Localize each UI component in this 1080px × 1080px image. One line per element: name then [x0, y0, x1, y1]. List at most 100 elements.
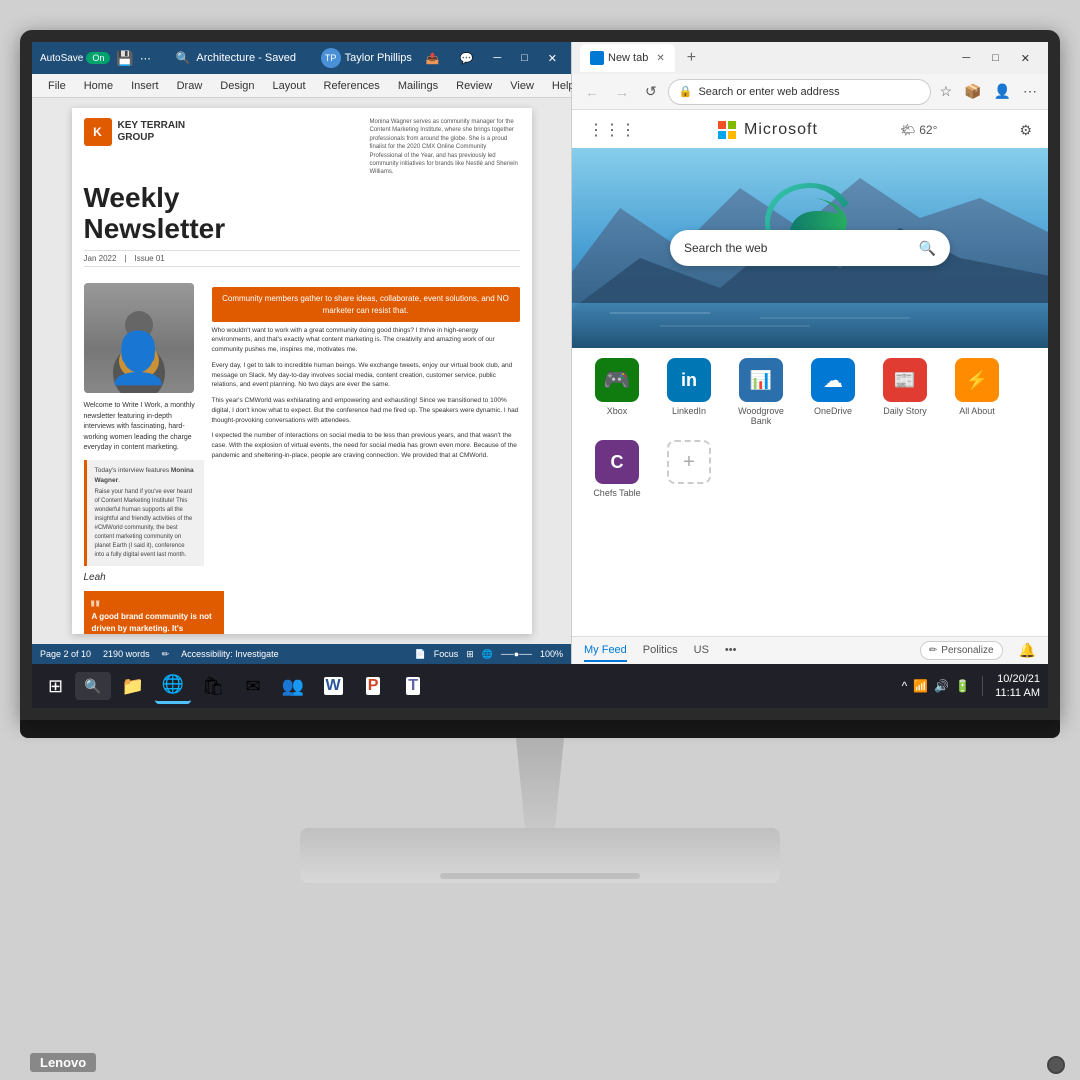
settings-more-btn[interactable]: ⋯ — [1020, 80, 1040, 103]
search-submit-btn[interactable]: 🔍 — [919, 240, 936, 257]
word-share-btn[interactable]: 📤 — [420, 50, 446, 67]
menu-insert[interactable]: Insert — [123, 77, 167, 95]
newsletter-signature: Leah — [84, 572, 204, 583]
news-tab-myfeed[interactable]: My Feed — [584, 640, 627, 662]
highlight-intro: Today's interview features Monina Wagner… — [95, 466, 196, 486]
status-right: 📄 Focus ⊞ 🌐 ──●── 100% — [415, 649, 563, 660]
word-minimize-btn[interactable]: ─ — [487, 50, 507, 66]
taskbar-right: ^ 📶 🔊 🔋 10/20/21 11:11 AM — [902, 672, 1040, 701]
menu-review[interactable]: Review — [448, 77, 500, 95]
start-btn[interactable]: ⊞ — [40, 672, 71, 701]
menu-references[interactable]: References — [316, 77, 388, 95]
news-bar: My Feed Politics US ••• ✏ Personalize 🔔 — [572, 636, 1048, 664]
address-text: Search or enter web address — [698, 86, 839, 98]
newsletter-date: Jan 2022 — [84, 254, 117, 263]
community-box: Community members gather to share ideas,… — [212, 287, 520, 321]
user-profile-icon[interactable]: 👤 — [991, 80, 1014, 103]
logo-text: KEY TERRAINGROUP — [118, 120, 186, 144]
address-bar[interactable]: 🔒 Search or enter web address — [668, 79, 931, 105]
taskbar-explorer[interactable]: 📁 — [115, 668, 151, 704]
daily-story-icon-img: 📰 — [883, 358, 927, 402]
search-icon[interactable]: 🔍 — [175, 51, 190, 65]
accessibility-status[interactable]: Accessibility: Investigate — [181, 649, 279, 659]
back-btn[interactable]: ← — [580, 81, 604, 103]
word-document-area: K KEY TERRAINGROUP Monina Wagner serves … — [32, 98, 571, 644]
favorites-icon[interactable]: ☆ — [937, 80, 956, 103]
edge-minimize-btn[interactable]: ─ — [952, 48, 980, 69]
volume-icon[interactable]: 🔊 — [934, 679, 949, 693]
edge-tab-active[interactable]: New tab ✕ — [580, 44, 675, 72]
newsletter-bio-text: Monina Wagner serves as community manage… — [370, 118, 520, 177]
menu-draw[interactable]: Draw — [169, 77, 211, 95]
taskbar-mail[interactable]: ✉ — [235, 668, 271, 704]
word-maximize-btn[interactable]: □ — [515, 50, 534, 66]
system-clock[interactable]: 10/20/21 11:11 AM — [995, 672, 1040, 701]
battery-icon[interactable]: 🔋 — [955, 679, 970, 693]
word-extra-icon[interactable]: ⋯ — [140, 52, 151, 65]
taskbar-word[interactable]: W — [315, 668, 351, 704]
word-close-btn[interactable]: ✕ — [542, 50, 563, 67]
word-comments-btn[interactable]: 💬 — [454, 50, 480, 67]
print-layout-icon[interactable]: 📄 — [415, 649, 426, 660]
news-more-btn[interactable]: ••• — [725, 640, 737, 662]
edge-tab-close[interactable]: ✕ — [656, 53, 664, 64]
refresh-btn[interactable]: ↺ — [640, 80, 662, 103]
tray-show-icon[interactable]: ^ — [902, 679, 908, 693]
taskbar-store[interactable]: 🛍 — [195, 668, 231, 704]
apps-grid-icon[interactable]: ⋮⋮⋮ — [588, 120, 636, 140]
menu-view[interactable]: View — [502, 77, 542, 95]
taskbar-powerpoint[interactable]: P — [355, 668, 391, 704]
new-tab-settings-icon[interactable]: ⚙ — [1019, 122, 1032, 139]
body-para-3: This year's CMWorld was exhilarating and… — [212, 396, 520, 425]
menu-design[interactable]: Design — [212, 77, 262, 95]
layout-icon[interactable]: ⊞ — [466, 649, 474, 660]
taskbar-edge[interactable]: 🌐 — [155, 668, 191, 704]
news-tab-politics[interactable]: Politics — [643, 640, 678, 662]
app-icon-daily-story[interactable]: 📰 Daily Story — [876, 358, 934, 426]
menu-mailings[interactable]: Mailings — [390, 77, 446, 95]
monitor-neck — [510, 738, 570, 828]
personalize-btn[interactable]: ✏ Personalize — [920, 641, 1003, 660]
news-tab-us[interactable]: US — [694, 640, 709, 662]
forward-btn[interactable]: → — [610, 81, 634, 103]
highlight-text: Raise your hand if you've ever heard of … — [95, 488, 196, 560]
edge-win-btns: ─ □ ✕ — [952, 48, 1040, 69]
autosave-state: On — [86, 52, 110, 64]
photo-bg — [84, 283, 194, 393]
autosave-toggle[interactable]: AutoSave On — [40, 52, 110, 64]
newsletter-bottom: A good brand community is not driven by … — [72, 591, 532, 634]
taskbar-teams[interactable]: 👥 — [275, 668, 311, 704]
wifi-icon[interactable]: 📶 — [913, 679, 928, 693]
app-icon-woodgrove[interactable]: 📊 Woodgrove Bank — [732, 358, 790, 426]
newsletter-header: K KEY TERRAINGROUP Monina Wagner serves … — [72, 108, 532, 183]
clock-time: 11:11 AM — [995, 686, 1040, 700]
app-icon-linkedin[interactable]: in LinkedIn — [660, 358, 718, 426]
app-icon-chefs-table[interactable]: C Chefs Table — [588, 440, 646, 498]
monitor-base — [300, 828, 780, 883]
menu-home[interactable]: Home — [76, 77, 121, 95]
edge-restore-btn[interactable]: □ — [982, 48, 1009, 69]
search-box[interactable]: Search the web 🔍 — [670, 230, 950, 266]
zoom-slider[interactable]: ──●── — [501, 649, 532, 659]
edge-close-btn[interactable]: ✕ — [1011, 48, 1040, 69]
notification-btn[interactable]: 🔔 — [1019, 642, 1036, 659]
new-tab-btn[interactable]: + — [681, 49, 702, 67]
save-icon[interactable]: 💾 — [116, 50, 133, 67]
focus-btn[interactable]: Focus — [434, 649, 459, 659]
menu-file[interactable]: File — [40, 77, 74, 95]
menu-layout[interactable]: Layout — [265, 77, 314, 95]
app-icon-xbox[interactable]: 🎮 Xbox — [588, 358, 646, 426]
person-silhouette-svg — [104, 303, 174, 393]
add-icon-btn[interactable]: + — [667, 440, 711, 484]
taskbar-teams2[interactable]: T — [395, 668, 431, 704]
taskbar-search-btn[interactable]: 🔍 — [75, 672, 111, 700]
app-icon-all-about[interactable]: ⚡ All About — [948, 358, 1006, 426]
collections-icon[interactable]: 📦 — [961, 80, 984, 103]
app-icon-add[interactable]: + — [660, 440, 718, 498]
app-icon-onedrive[interactable]: ☁ OneDrive — [804, 358, 862, 426]
weather-widget[interactable]: 🌤 62° — [900, 123, 937, 137]
screen-content: AutoSave On 💾 ⋯ 🔍 Architecture - Saved — [32, 42, 1048, 664]
web-layout-icon[interactable]: 🌐 — [482, 649, 493, 660]
hero-bg: Search the web 🔍 — [572, 148, 1048, 348]
power-button[interactable] — [1047, 1056, 1065, 1074]
